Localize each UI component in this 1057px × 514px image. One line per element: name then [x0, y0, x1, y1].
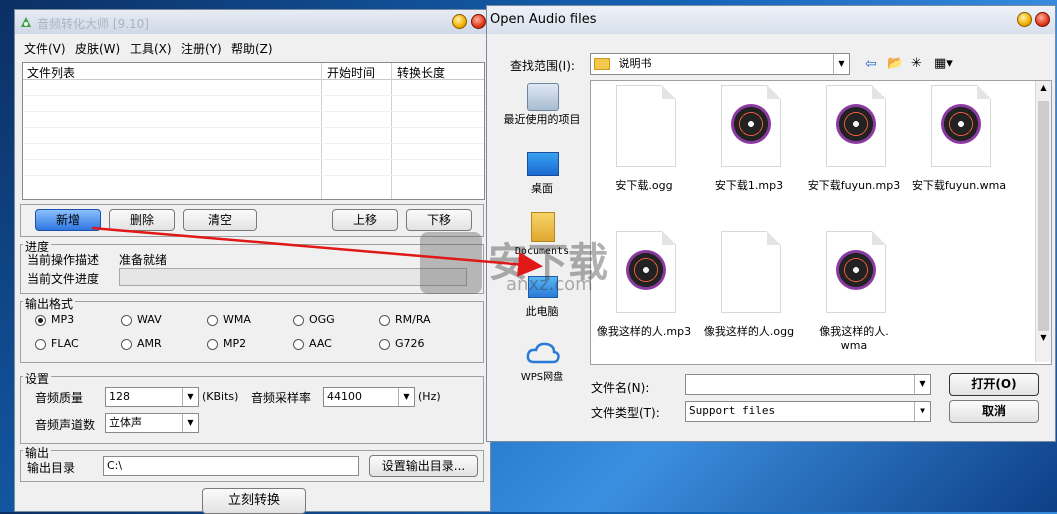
- annotation-arrow: [91, 226, 543, 277]
